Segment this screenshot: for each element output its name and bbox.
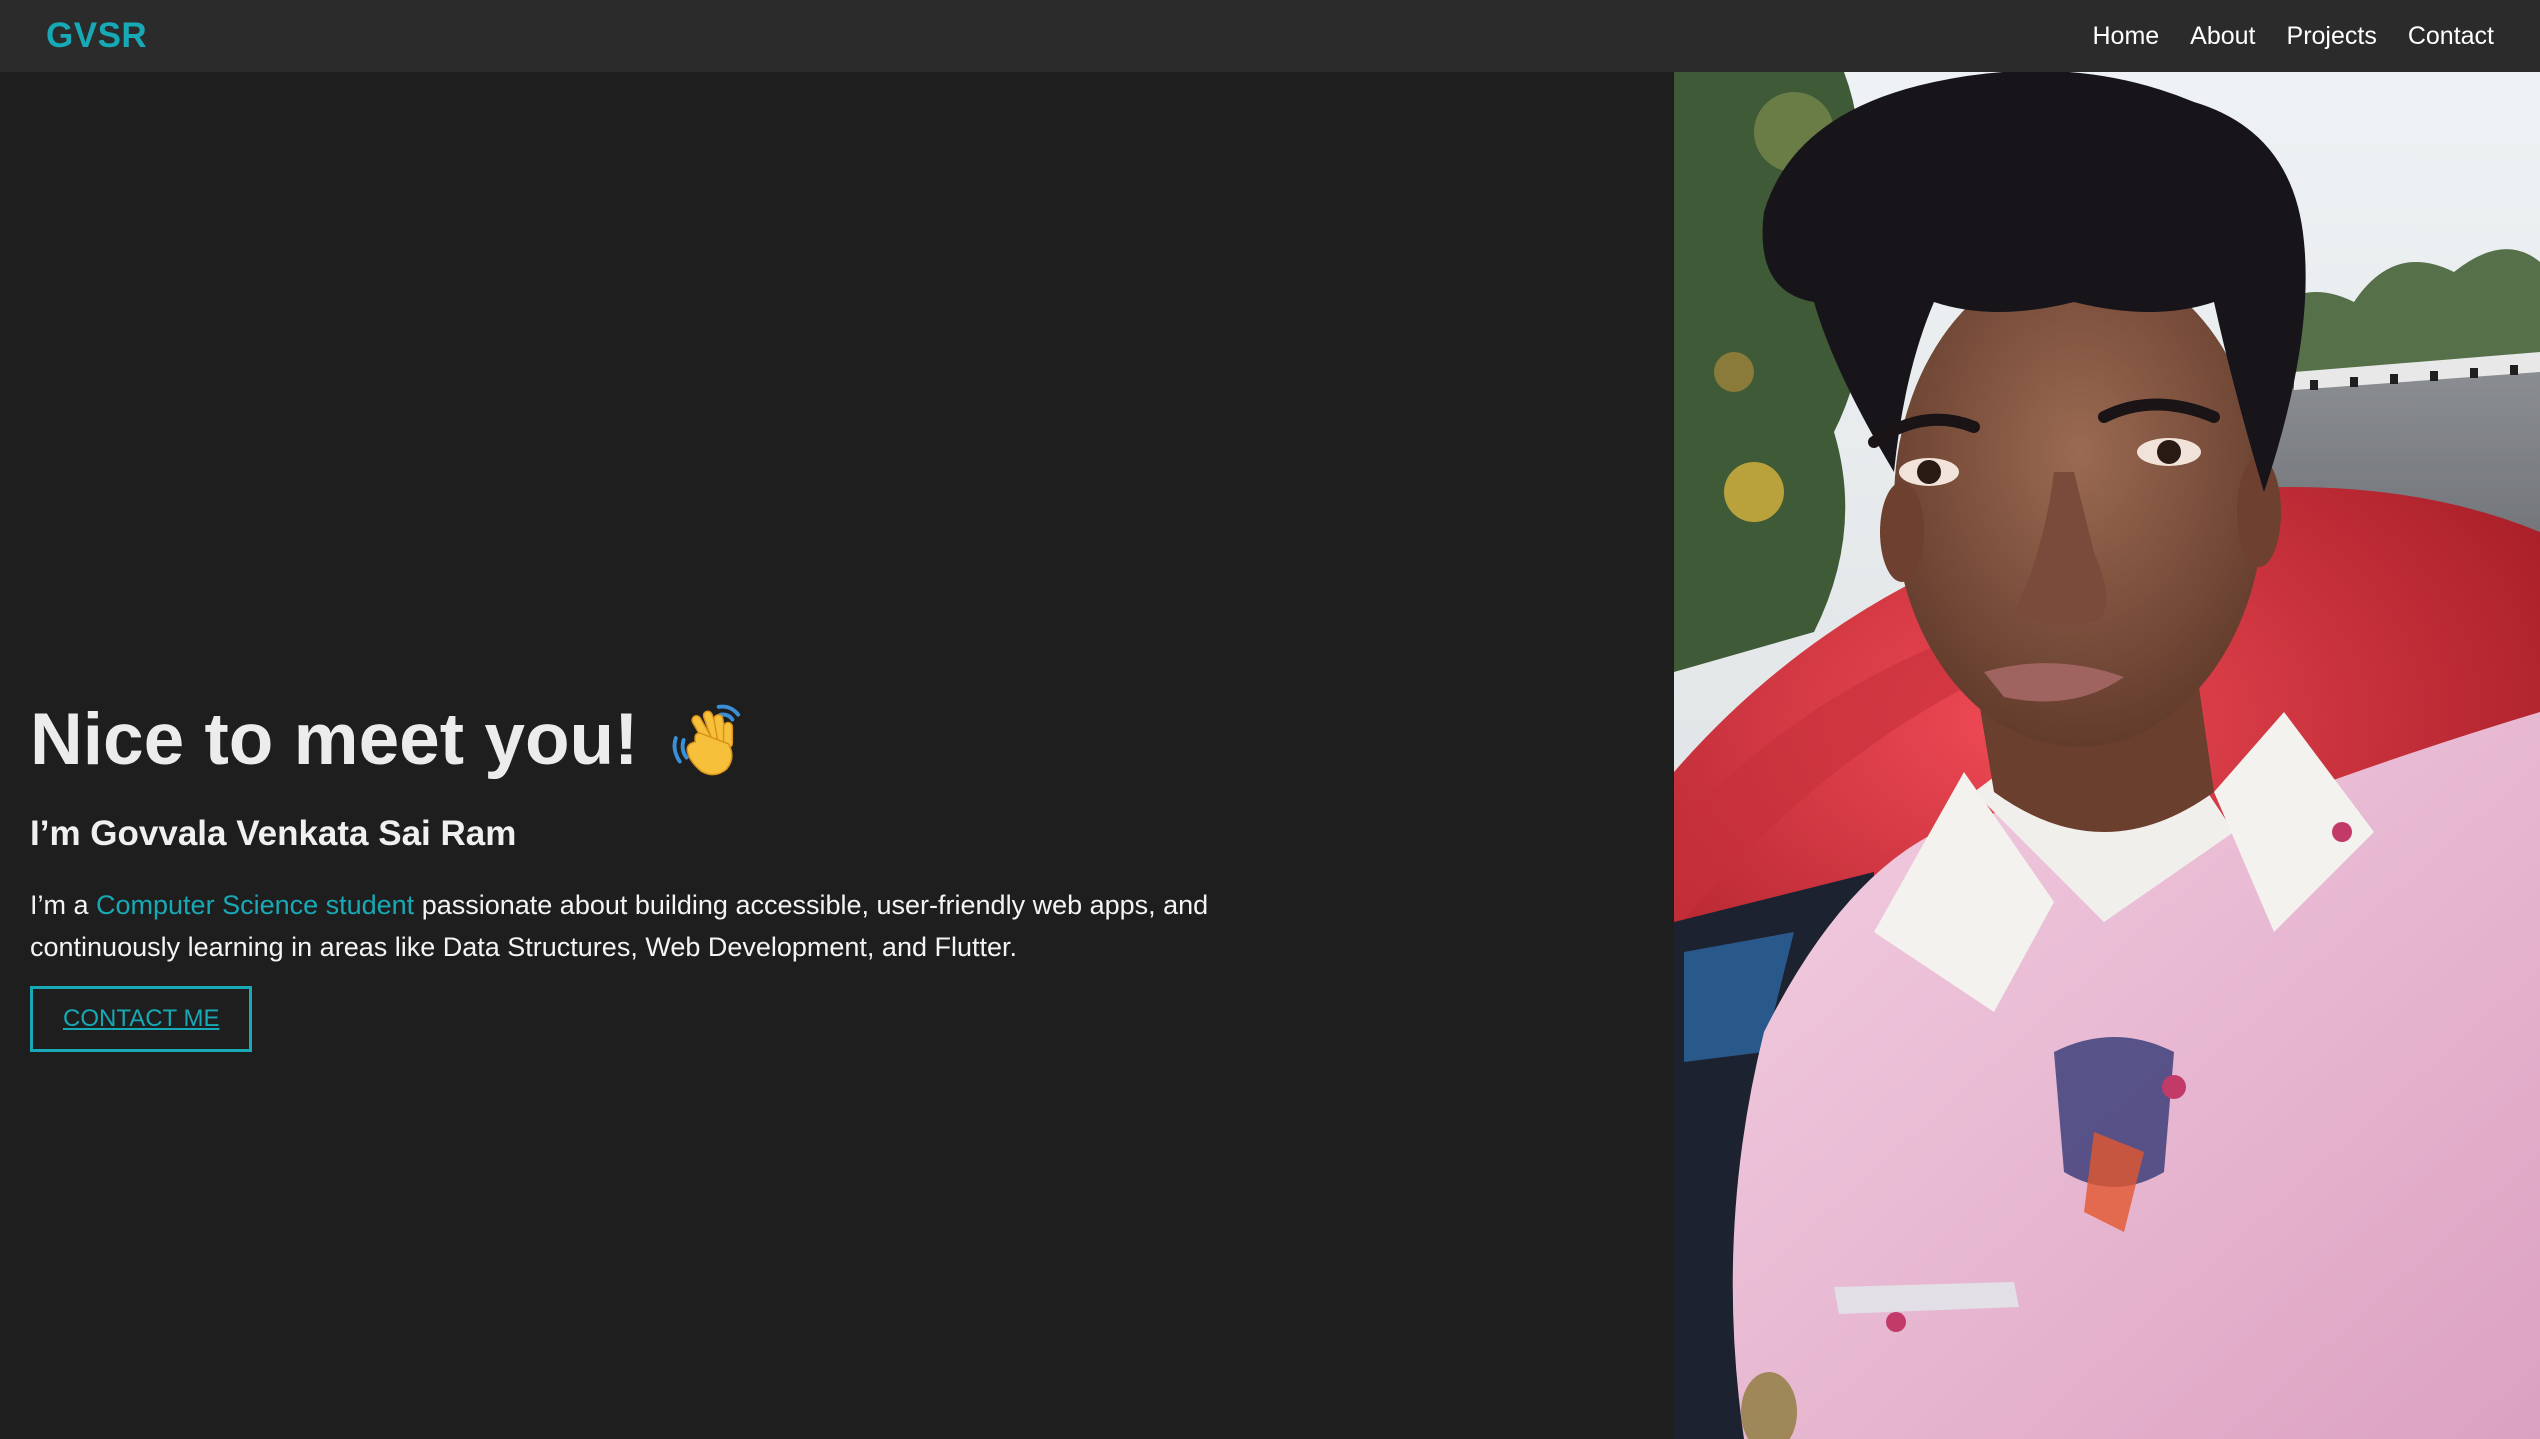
hero-desc-prefix: I’m a — [30, 890, 97, 921]
profile-photo — [1674, 72, 2540, 1439]
hero-section: Nice to meet you! I’m Govvala Venkata Sa… — [30, 699, 1280, 1053]
hero-desc-highlight: Computer Science student — [96, 890, 415, 921]
navbar: GVSR Home About Projects Contact — [0, 0, 2540, 72]
nav-link-home[interactable]: Home — [2092, 22, 2159, 51]
hero-name: I’m Govvala Venkata Sai Ram — [30, 814, 517, 854]
hero-title-text: Nice to meet you! — [30, 699, 639, 780]
brand-logo[interactable]: GVSR — [46, 16, 147, 56]
waving-hand-icon — [668, 701, 746, 779]
contact-me-button[interactable]: CONTACT ME — [30, 986, 253, 1053]
nav-links: Home About Projects Contact — [2092, 22, 2494, 51]
nav-link-projects[interactable]: Projects — [2287, 22, 2377, 51]
nav-link-about[interactable]: About — [2190, 22, 2255, 51]
hero-title: Nice to meet you! — [30, 699, 1280, 780]
hero-description: I’m a Computer Science student passionat… — [30, 884, 1280, 968]
nav-link-contact[interactable]: Contact — [2408, 22, 2494, 51]
